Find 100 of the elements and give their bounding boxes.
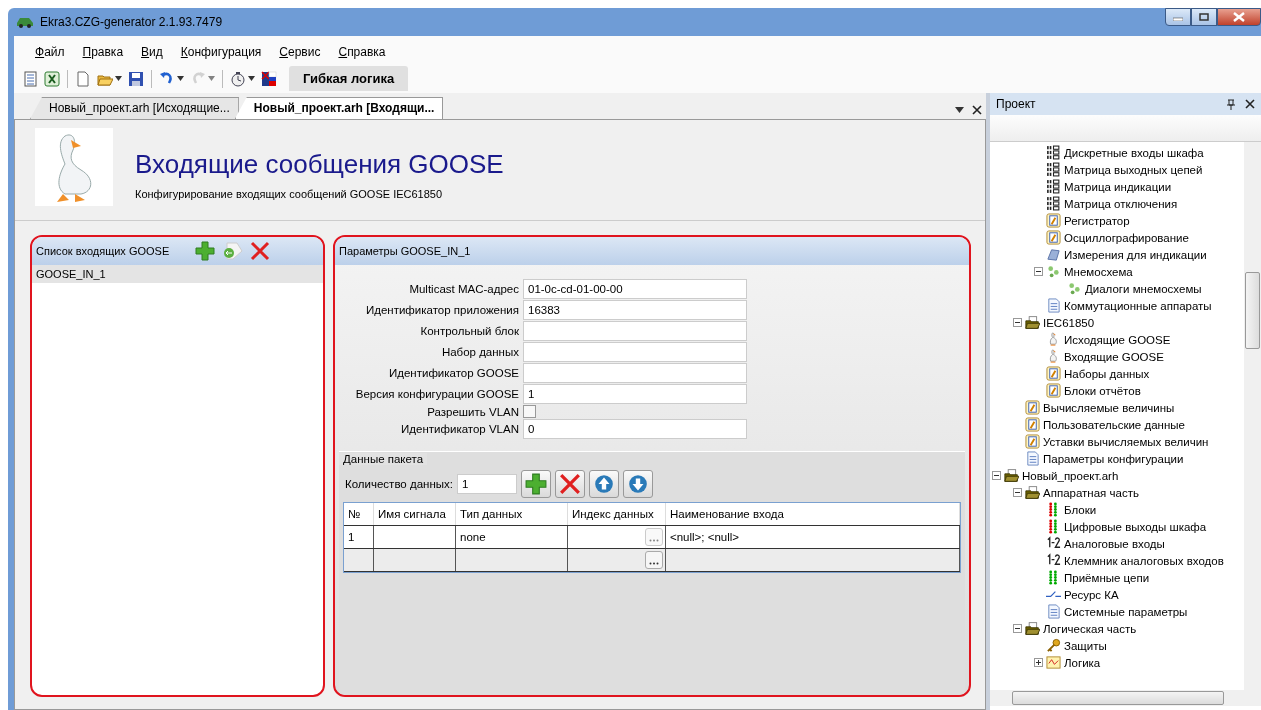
field-label: Разрешить VLAN xyxy=(426,405,519,418)
matrix-icon xyxy=(1046,145,1061,160)
vertical-scrollbar[interactable] xyxy=(1244,142,1261,690)
tree-item[interactable]: Блоки xyxy=(1064,503,1097,516)
toolbar-button[interactable] xyxy=(42,68,62,89)
scheme-icon xyxy=(1067,281,1082,296)
collapse-icon[interactable] xyxy=(1013,488,1022,497)
delete-icon[interactable] xyxy=(249,241,272,261)
tree-item[interactable]: Регистратор xyxy=(1064,214,1130,227)
matrix-icon xyxy=(1046,179,1061,194)
tree-item[interactable]: Защиты xyxy=(1064,639,1107,652)
move-up-button[interactable] xyxy=(589,470,619,498)
app-icon xyxy=(16,15,34,29)
horizontal-scrollbar[interactable] xyxy=(990,690,1261,706)
menu-item[interactable]: Файл xyxy=(28,44,72,60)
add-button[interactable] xyxy=(521,470,551,498)
document-tab[interactable]: Новый_проект.arh [Входящи... xyxy=(234,97,444,119)
tree-item[interactable]: Уставки вычисляемых величин xyxy=(1043,435,1209,448)
stopwatch-icon xyxy=(230,70,246,87)
collapse-icon[interactable] xyxy=(1013,318,1022,327)
tree-item[interactable]: Осциллографирование xyxy=(1064,231,1189,244)
menu-item[interactable]: Вид xyxy=(134,44,170,60)
field-label: Набор данных xyxy=(440,346,519,358)
minimize-button[interactable] xyxy=(1165,8,1191,26)
tree-item[interactable]: Дискретные входы шкафа xyxy=(1064,146,1204,159)
move-down-button[interactable] xyxy=(623,470,653,498)
menu-item[interactable]: Конфигурация xyxy=(173,44,269,60)
tree-item[interactable]: Параметры конфигурации xyxy=(1043,452,1184,465)
document-tab[interactable]: Новый_проект.arh [Исходящие... xyxy=(30,97,239,119)
input-field[interactable]: 1 xyxy=(457,474,517,494)
tree-item[interactable]: Ресурс КА xyxy=(1064,588,1119,601)
input-field[interactable] xyxy=(523,342,747,362)
tree-item[interactable]: Приёмные цепи xyxy=(1064,571,1150,584)
menu-item[interactable]: Сервис xyxy=(272,44,328,60)
tree-item[interactable]: Измерения для индикации xyxy=(1064,248,1207,261)
add-icon[interactable] xyxy=(195,241,216,261)
collapse-icon[interactable] xyxy=(1034,267,1043,276)
key-icon xyxy=(1046,638,1061,653)
scheme-icon xyxy=(1046,264,1061,279)
tree-item[interactable]: Матрица индикации xyxy=(1064,180,1172,193)
flexible-logic-button[interactable]: Гибкая логика xyxy=(289,66,409,91)
matrix-icon xyxy=(1046,196,1061,211)
expand-icon[interactable] xyxy=(1034,658,1043,667)
input-field[interactable] xyxy=(523,363,747,383)
input-field[interactable]: 0 xyxy=(523,419,747,439)
tree-item[interactable]: IEC61850 xyxy=(1043,316,1095,329)
tree-item[interactable]: Наборы данных xyxy=(1064,367,1150,380)
tree-item[interactable]: Клеммник аналоговых входов xyxy=(1064,554,1224,567)
tree-item[interactable]: Блоки отчётов xyxy=(1064,384,1141,397)
document-icon xyxy=(1025,451,1040,466)
field-label: Количество данных: xyxy=(345,478,453,490)
tree-item[interactable]: Матрица выходных цепей xyxy=(1064,163,1203,176)
close-icon[interactable] xyxy=(1245,99,1255,109)
tree-item[interactable]: Аппаратная часть xyxy=(1043,486,1139,499)
input-field[interactable]: 01-0c-cd-01-00-00 xyxy=(523,279,747,299)
maximize-icon xyxy=(1199,13,1209,21)
tree-item[interactable]: Системные параметры xyxy=(1064,605,1188,618)
tree-item[interactable]: Исходящие GOOSE xyxy=(1064,333,1171,346)
tree-item[interactable]: Матрица отключения xyxy=(1064,197,1178,210)
close-button[interactable] xyxy=(1217,8,1261,26)
field-label: Multicast MAC-адрес xyxy=(408,283,519,295)
tree-item[interactable]: Логическая часть xyxy=(1043,622,1137,635)
menu-item[interactable]: Справка xyxy=(331,44,393,60)
tree-item[interactable]: Диалоги мнемосхемы xyxy=(1085,282,1202,295)
delete-button[interactable] xyxy=(555,470,585,498)
list-item[interactable]: GOOSE_IN_1 xyxy=(32,265,323,283)
tree-item[interactable]: Аналоговые входы xyxy=(1064,537,1165,550)
tree-item[interactable]: Цифровые выходы шкафа xyxy=(1064,520,1207,533)
tree-item[interactable]: Логика xyxy=(1064,656,1101,669)
input-field[interactable]: 1 xyxy=(523,384,747,404)
pin-icon[interactable] xyxy=(1227,98,1235,110)
form-icon xyxy=(1046,213,1061,228)
collapse-icon[interactable] xyxy=(992,471,1001,480)
tree-item[interactable]: Входящие GOOSE xyxy=(1064,350,1164,363)
input-field[interactable]: 16383 xyxy=(523,300,747,320)
form-icon xyxy=(1046,366,1061,381)
ellipsis-icon xyxy=(649,562,659,565)
menu-item[interactable]: Правка xyxy=(75,44,131,60)
field-label: Версия конфигурации GOOSE xyxy=(354,388,519,400)
close-icon[interactable] xyxy=(972,105,982,115)
logic-icon xyxy=(1046,655,1061,670)
maximize-button[interactable] xyxy=(1191,8,1217,26)
field-label: Идентификатор GOOSE xyxy=(387,367,519,379)
tree-item[interactable]: Коммутационные аппараты xyxy=(1064,299,1212,312)
panel-title: Проект xyxy=(996,97,1037,111)
input-field[interactable] xyxy=(523,321,747,341)
form-icon xyxy=(1046,230,1061,245)
dropdown-icon[interactable] xyxy=(955,107,964,113)
page-title: Входящие сообщения GOOSE xyxy=(135,148,504,180)
page-subtitle: Конфигурирование входящих сообщений GOOSE IEC61850 xyxy=(135,187,444,200)
document-icon xyxy=(1046,604,1061,619)
flag-icon xyxy=(261,70,277,87)
tree-item[interactable]: Мнемосхема xyxy=(1064,265,1133,278)
checkbox[interactable] xyxy=(523,405,536,418)
tree-item[interactable]: Пользовательские данные xyxy=(1043,418,1185,431)
matrix-icon xyxy=(1046,162,1061,177)
toolbar-button[interactable] xyxy=(259,68,279,89)
collapse-icon[interactable] xyxy=(1013,624,1022,633)
tree-item[interactable]: Вычисляемые величины xyxy=(1043,401,1175,414)
tree-item[interactable]: Новый_проект.arh xyxy=(1022,469,1119,482)
